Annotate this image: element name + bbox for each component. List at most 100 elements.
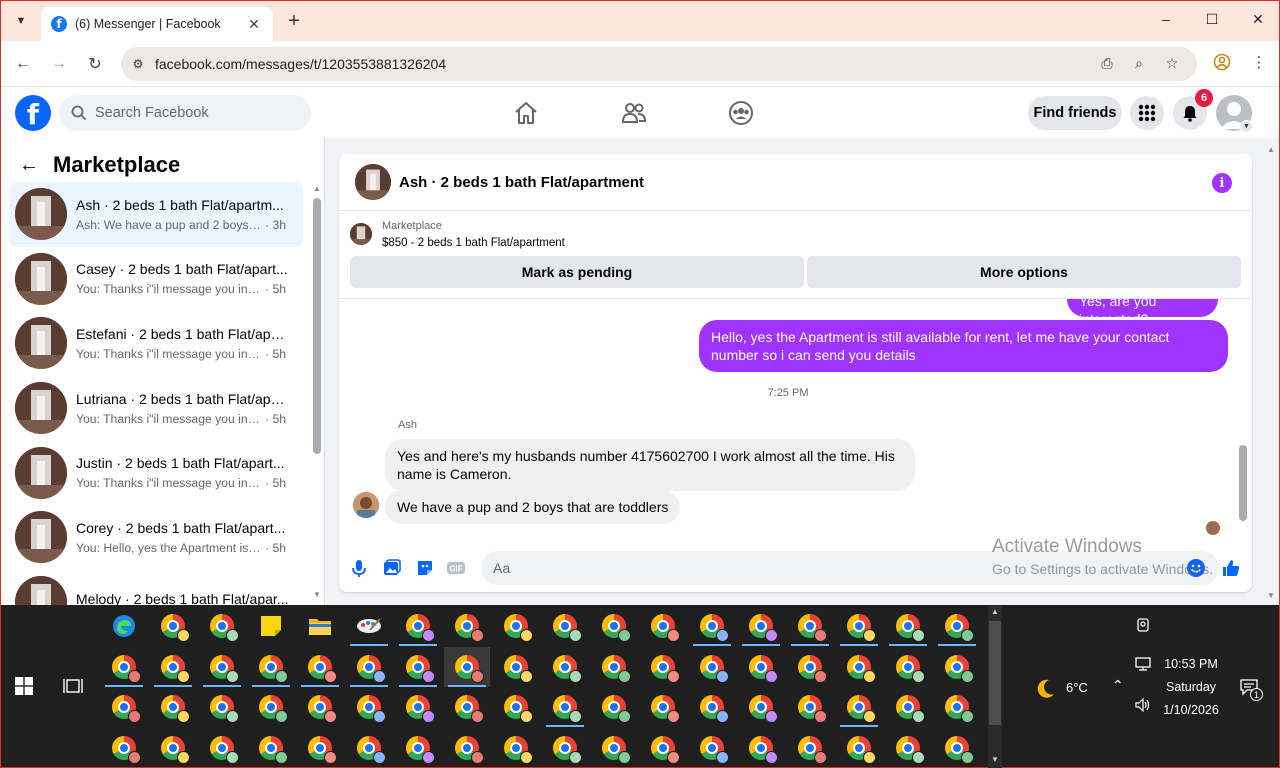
show-hidden-icons-chevron-icon[interactable]: ⌃ — [1112, 677, 1124, 694]
chrome-profile-app-icon[interactable] — [248, 728, 294, 768]
chrome-profile-app-icon[interactable] — [542, 606, 588, 646]
chrome-profile-app-icon[interactable] — [101, 647, 147, 687]
chrome-profile-app-icon[interactable] — [493, 647, 539, 687]
chrome-profile-app-icon[interactable] — [248, 687, 294, 727]
chrome-profile-app-icon[interactable] — [934, 606, 980, 646]
message-input[interactable] — [481, 551, 1219, 585]
thread-scrollbar[interactable] — [1239, 445, 1247, 521]
forward-icon[interactable]: → — [47, 52, 71, 76]
chrome-profile-app-icon[interactable] — [591, 687, 637, 727]
chrome-profile-app-icon[interactable] — [444, 646, 490, 687]
chrome-profile-app-icon[interactable] — [689, 687, 735, 727]
back-arrow-icon[interactable]: ← — [19, 154, 39, 177]
address-bar[interactable]: ⚙ facebook.com/messages/t/12035538813262… — [121, 47, 1197, 81]
clock-date[interactable]: 1/10/2026 — [1151, 703, 1231, 717]
chrome-profile-app-icon[interactable] — [787, 687, 833, 727]
chrome-profile-app-icon[interactable] — [885, 606, 931, 646]
taskbar-scroll-thumb[interactable] — [989, 621, 1001, 725]
listing-thumbnail[interactable] — [350, 223, 372, 245]
chrome-profile-app-icon[interactable] — [199, 728, 245, 768]
chrome-profile-app-icon[interactable] — [885, 647, 931, 687]
listing-price[interactable]: $850 - 2 beds 1 bath Flat/apartment — [382, 237, 565, 249]
sender-avatar[interactable] — [353, 492, 379, 518]
emoji-icon[interactable] — [1186, 558, 1206, 578]
chrome-profile-app-icon[interactable] — [934, 647, 980, 687]
bookmark-star-icon[interactable]: ☆ — [1162, 55, 1182, 72]
chrome-profile-app-icon[interactable] — [297, 728, 343, 768]
chat-title[interactable]: Ash · 2 beds 1 bath Flat/apartment — [399, 174, 644, 191]
chrome-profile-app-icon[interactable] — [150, 728, 196, 768]
sticker-icon[interactable] — [415, 558, 435, 578]
chrome-profile-app-icon[interactable] — [640, 647, 686, 687]
scroll-down-icon[interactable]: ▼ — [989, 755, 1001, 764]
chrome-profile-app-icon[interactable] — [934, 687, 980, 727]
new-tab-button[interactable]: + — [283, 10, 305, 32]
chrome-profile-app-icon[interactable] — [395, 728, 441, 768]
conversation-item[interactable]: Ash · 2 beds 1 bath Flat/apartm... Ash: W… — [9, 182, 303, 247]
chrome-profile-app-icon[interactable] — [346, 687, 392, 727]
gif-icon[interactable]: GIF — [446, 558, 466, 578]
scroll-up-icon[interactable]: ▲ — [313, 184, 321, 193]
chrome-profile-app-icon[interactable] — [150, 647, 196, 687]
mark-as-pending-button[interactable]: Mark as pending — [350, 256, 804, 288]
chrome-profile-app-icon[interactable] — [101, 728, 147, 768]
scroll-down-icon[interactable]: ▼ — [313, 590, 321, 599]
tab-search-button[interactable]: ▼ — [9, 9, 33, 33]
weather-moon-icon[interactable] — [1033, 677, 1057, 701]
chrome-profile-app-icon[interactable] — [493, 606, 539, 646]
chrome-profile-app-icon[interactable] — [199, 647, 245, 687]
tab-close-icon[interactable]: ✕ — [245, 16, 263, 33]
chrome-profile-app-icon[interactable] — [199, 687, 245, 727]
chrome-profile-app-icon[interactable] — [444, 728, 490, 768]
task-view-icon[interactable] — [63, 677, 83, 695]
network-icon[interactable] — [1135, 657, 1151, 671]
file-explorer-app-icon[interactable] — [297, 606, 343, 646]
chrome-profile-app-icon[interactable] — [395, 687, 441, 727]
conversation-item[interactable]: Casey · 2 beds 1 bath Flat/apart... You: … — [9, 247, 303, 312]
chrome-profile-app-icon[interactable] — [738, 647, 784, 687]
profile-icon[interactable] — [1211, 53, 1233, 75]
home-icon[interactable] — [513, 100, 539, 126]
chrome-profile-app-icon[interactable] — [101, 687, 147, 727]
conversation-item[interactable]: Lutriana · 2 beds 1 bath Flat/apa... You:… — [9, 376, 303, 441]
chrome-profile-app-icon[interactable] — [346, 728, 392, 768]
chrome-profile-app-icon[interactable] — [542, 687, 588, 727]
chevron-down-icon[interactable]: ▼ — [1240, 120, 1253, 133]
zoom-icon[interactable]: ⌕ — [1129, 55, 1149, 72]
chrome-profile-app-icon[interactable] — [934, 728, 980, 768]
chrome-profile-app-icon[interactable] — [150, 687, 196, 727]
chrome-profile-app-icon[interactable] — [297, 687, 343, 727]
clock-day[interactable]: Saturday — [1151, 680, 1231, 694]
chrome-profile-app-icon[interactable] — [297, 647, 343, 687]
chrome-profile-app-icon[interactable] — [836, 647, 882, 687]
clock-time[interactable]: 10:53 PM — [1151, 657, 1231, 671]
chrome-profile-app-icon[interactable] — [591, 647, 637, 687]
chrome-profile-app-icon[interactable] — [591, 728, 637, 768]
inbox-scrollbar[interactable] — [313, 198, 321, 454]
chrome-profile-app-icon[interactable] — [689, 606, 735, 646]
chrome-profile-app-icon[interactable] — [542, 647, 588, 687]
microphone-icon[interactable] — [349, 558, 369, 578]
back-icon[interactable]: ← — [11, 52, 35, 76]
groups-icon[interactable] — [728, 100, 754, 126]
close-window-button[interactable]: ✕ — [1243, 11, 1273, 28]
weather-temperature[interactable]: 6°C — [1066, 680, 1088, 695]
chrome-profile-app-icon[interactable] — [444, 687, 490, 727]
conversation-item[interactable]: Melody · 2 beds 1 bath Flat/apar... — [9, 570, 303, 605]
chrome-profile-app-icon[interactable] — [738, 687, 784, 727]
conversation-item[interactable]: Estefani · 2 beds 1 bath Flat/apa... You:… — [9, 311, 303, 376]
chrome-profile-app-icon[interactable] — [787, 728, 833, 768]
chrome-profile-app-icon[interactable] — [640, 606, 686, 646]
chat-avatar[interactable] — [355, 164, 391, 200]
browser-menu-icon[interactable]: ⋮ — [1248, 53, 1270, 71]
chrome-profile-app-icon[interactable] — [836, 687, 882, 727]
site-info-icon[interactable]: ⚙ — [121, 57, 155, 71]
chrome-profile-app-icon[interactable] — [493, 687, 539, 727]
conversation-item[interactable]: Justin · 2 beds 1 bath Flat/apart... You:… — [9, 440, 303, 505]
minimize-button[interactable]: – — [1151, 11, 1181, 27]
chrome-profile-app-icon[interactable] — [346, 647, 392, 687]
menu-grid-button[interactable] — [1130, 96, 1164, 130]
paint-app-icon[interactable] — [346, 606, 392, 646]
chrome-profile-app-icon[interactable] — [444, 606, 490, 646]
chrome-profile-app-icon[interactable] — [738, 728, 784, 768]
